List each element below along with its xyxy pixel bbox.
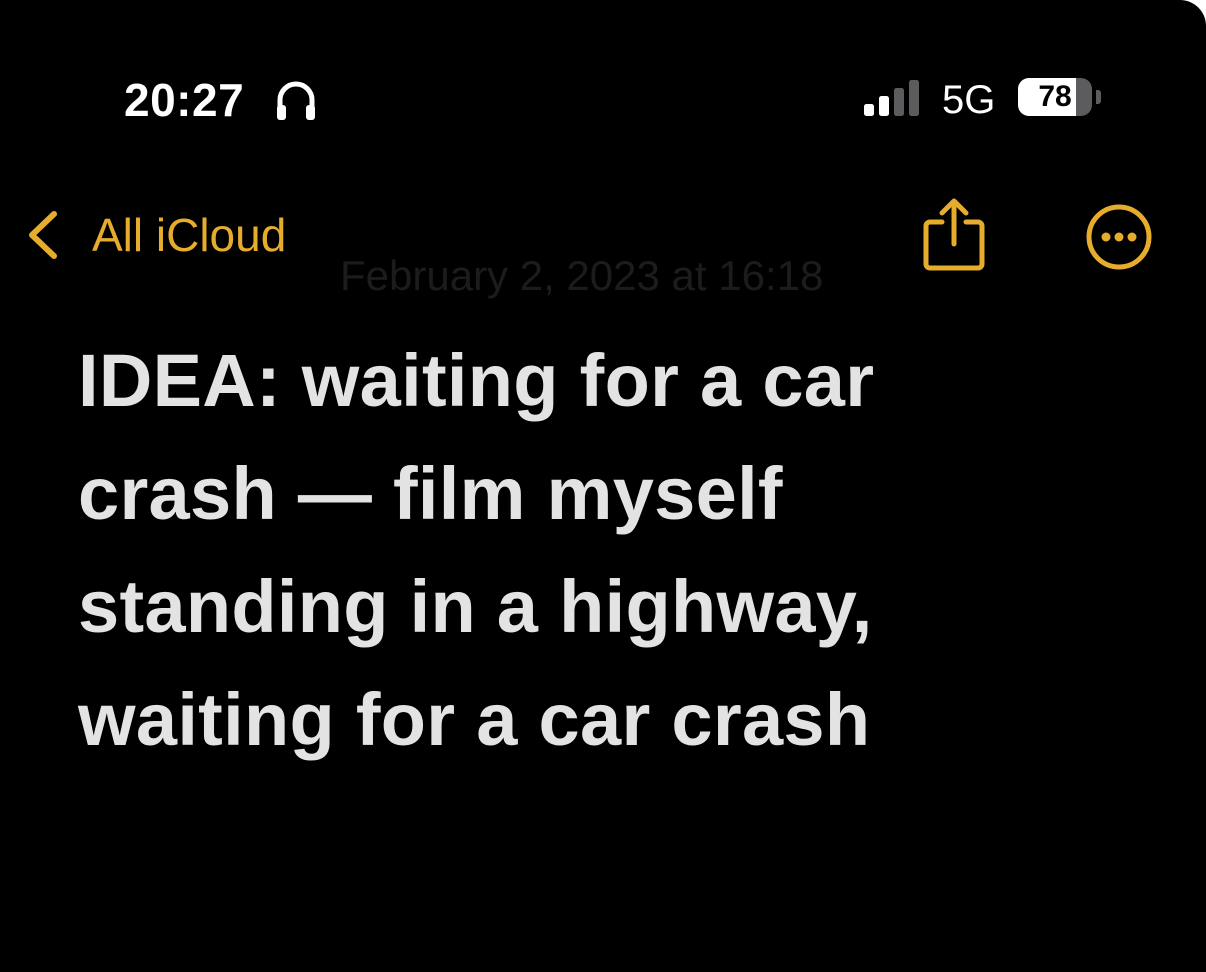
headphones-icon [277,81,315,120]
more-icon[interactable] [1084,202,1154,272]
note-date: February 2, 2023 at 16:18 [340,252,824,299]
battery-level: 78 [1038,80,1072,113]
signal-bar [894,88,904,116]
back-button-label: All iCloud [92,209,287,261]
signal-bar [909,80,919,116]
back-button[interactable]: All iCloud [22,200,286,270]
signal-bar [879,96,889,116]
share-icon[interactable] [920,196,988,272]
signal-bar [864,104,874,116]
status-time: 20:27 [124,74,245,126]
battery-icon: 78 [1018,78,1104,120]
battery-cap [1096,90,1101,104]
notes-screen: 20:27 5G 78 All iCloud February 2, 2023 … [0,0,1206,972]
note-title[interactable]: IDEA: waiting for a car crash — film myse… [78,324,1138,776]
note-title-line: crash — film myself [78,452,783,535]
network-type: 5G [942,78,996,122]
note-title-line: IDEA: waiting for a car [78,339,875,422]
cellular-signal-icon [864,80,919,116]
note-title-line: standing in a highway, [78,565,873,648]
note-title-line: waiting for a car crash [78,678,871,761]
chevron-left-icon [29,211,57,259]
battery-body: 78 [1018,78,1092,116]
